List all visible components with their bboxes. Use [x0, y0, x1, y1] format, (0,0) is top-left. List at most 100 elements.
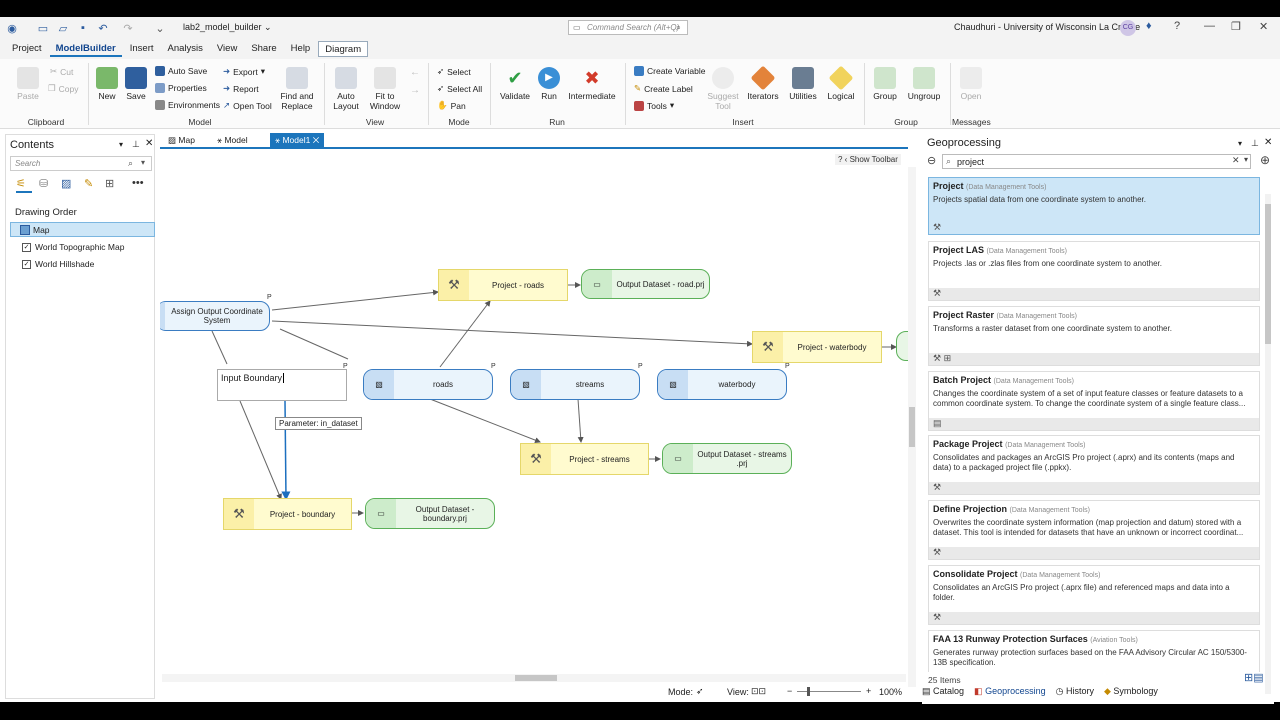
- project-waterbody-tool[interactable]: ⚒ Project - waterbody: [752, 331, 882, 363]
- close-icon[interactable]: ✕: [145, 138, 153, 149]
- tab-geoprocessing[interactable]: ◧ Geoprocessing: [974, 686, 1046, 697]
- zoom-thumb[interactable]: [807, 687, 810, 696]
- layer-name[interactable]: World Topographic Map: [35, 242, 124, 252]
- tools-button[interactable]: Tools ▾: [634, 100, 674, 111]
- input-boundary-variable[interactable]: Input Boundary: [217, 369, 347, 401]
- project-streams-tool[interactable]: ⚒ Project - streams: [520, 443, 649, 475]
- layer-visibility-checkbox[interactable]: ✓: [22, 243, 31, 252]
- layer-visibility-checkbox[interactable]: ✓: [22, 260, 31, 269]
- tab-symbology[interactable]: ◆ Symbology: [1104, 686, 1158, 697]
- close-icon[interactable]: ✕: [1259, 20, 1268, 33]
- tab-model[interactable]: ⚹ Model: [212, 133, 253, 147]
- chevron-down-icon[interactable]: ▾: [1238, 139, 1242, 148]
- selection-icon[interactable]: ▨: [61, 177, 71, 190]
- vertical-scrollbar[interactable]: [1265, 194, 1271, 694]
- create-label-button[interactable]: ✎ Create Label: [634, 83, 693, 94]
- avatar[interactable]: CG: [1120, 20, 1136, 36]
- scroll-thumb[interactable]: [1265, 204, 1271, 344]
- zoom-level[interactable]: 100%: [879, 687, 902, 697]
- tool-result-item[interactable]: Package Project (Data Management Tools) C…: [928, 435, 1260, 495]
- fit-icon[interactable]: ⊡⊡: [751, 686, 766, 697]
- chevron-down-icon[interactable]: ▾: [119, 140, 123, 149]
- tab-view[interactable]: View: [211, 41, 243, 57]
- select-button[interactable]: ➶ Select: [437, 66, 471, 77]
- cut-button[interactable]: ✂ Cut: [50, 66, 73, 77]
- output-boundary-node[interactable]: ▭ Output Dataset - boundary.prj: [365, 498, 495, 529]
- logical-button[interactable]: Logical: [824, 65, 858, 101]
- vertical-scrollbar[interactable]: [908, 167, 916, 687]
- close-icon[interactable]: ✕: [313, 135, 319, 145]
- restore-icon[interactable]: ❐: [1231, 20, 1241, 33]
- more-icon[interactable]: •••: [132, 177, 144, 189]
- signed-in-user[interactable]: Chaudhuri - University of Wisconsin La C…: [954, 22, 1140, 32]
- help-icon[interactable]: ?: [1174, 20, 1180, 32]
- auto-layout-button[interactable]: Auto Layout: [330, 67, 362, 111]
- scroll-thumb[interactable]: [515, 675, 557, 681]
- paste-button[interactable]: Paste: [16, 67, 40, 101]
- roads-data-node[interactable]: ▧ roads: [363, 369, 493, 400]
- pointer-icon[interactable]: ➶: [696, 686, 704, 697]
- suggest-tool-button[interactable]: Suggest Tool: [706, 67, 740, 111]
- chevron-down-icon[interactable]: ▾: [141, 158, 145, 167]
- tab-project[interactable]: Project: [6, 41, 48, 57]
- intermediate-button[interactable]: ✖ Intermediate: [568, 67, 616, 101]
- tool-result-item[interactable]: Define Projection (Data Management Tools…: [928, 500, 1260, 560]
- zoom-in-icon[interactable]: +: [866, 686, 871, 696]
- project-roads-tool[interactable]: ⚒ Project - roads: [438, 269, 568, 301]
- scroll-thumb[interactable]: [909, 407, 915, 447]
- zoom-out-icon[interactable]: −: [787, 686, 792, 696]
- redo-icon[interactable]: ↷: [120, 20, 136, 36]
- export-button[interactable]: ➜ Export ▾: [223, 66, 265, 77]
- tab-diagram[interactable]: Diagram: [318, 41, 369, 57]
- layer-map-row[interactable]: Map: [10, 222, 155, 237]
- save-project-icon[interactable]: ▪: [75, 20, 91, 36]
- open-project-icon[interactable]: ▱: [55, 20, 71, 36]
- tab-model1[interactable]: ⚹ Model1 ✕: [270, 133, 325, 147]
- add-icon[interactable]: ⊕: [1260, 153, 1270, 167]
- chevron-down-icon[interactable]: ▾: [1244, 155, 1248, 164]
- environments-button[interactable]: Environments: [155, 100, 220, 110]
- tab-help[interactable]: Help: [285, 41, 317, 57]
- tool-result-item[interactable]: Project LAS (Data Management Tools) Proje…: [928, 241, 1260, 301]
- show-toolbar-button[interactable]: ? ‹ Show Toolbar: [835, 154, 901, 165]
- fit-window-button[interactable]: Fit to Window: [368, 67, 402, 111]
- report-button[interactable]: ➜ Report: [223, 83, 259, 94]
- tab-map[interactable]: ▨ Map: [163, 133, 200, 147]
- data-source-icon[interactable]: ⛁: [39, 177, 48, 190]
- pin-icon[interactable]: ⊥: [132, 139, 140, 150]
- find-replace-button[interactable]: Find and Replace: [280, 67, 314, 111]
- pan-button[interactable]: ✋ Pan: [437, 100, 466, 111]
- pin-icon[interactable]: ⊥: [1251, 138, 1259, 149]
- group-button[interactable]: Group: [870, 67, 900, 101]
- model-canvas[interactable]: Assign Output Coordinate System P ⚒ Proje…: [160, 147, 908, 675]
- create-variable-button[interactable]: Create Variable: [634, 66, 705, 76]
- streams-data-node[interactable]: ▧ streams: [510, 369, 640, 400]
- validate-button[interactable]: ✔ Validate: [498, 67, 532, 101]
- tab-history[interactable]: ◷ History: [1056, 686, 1094, 697]
- copy-button[interactable]: ❐ Copy: [48, 83, 78, 94]
- command-search-input[interactable]: Command Search (Alt+Q): [568, 20, 688, 35]
- arrow-right-icon[interactable]: →: [410, 85, 420, 96]
- drawing-order-icon[interactable]: ⚟: [16, 177, 32, 193]
- back-icon[interactable]: ⊖: [927, 154, 936, 167]
- customize-icon[interactable]: ⌄: [152, 20, 168, 36]
- variable-name-editor[interactable]: Input Boundary: [221, 373, 282, 383]
- notifications-icon[interactable]: ♦: [1146, 20, 1152, 32]
- ungroup-button[interactable]: Ungroup: [905, 67, 943, 101]
- undo-icon[interactable]: ↶: [95, 20, 111, 36]
- snapping-icon[interactable]: ⊞: [105, 177, 114, 190]
- output-road-node[interactable]: ▭ Output Dataset - road.prj: [581, 269, 710, 299]
- editing-icon[interactable]: ✎: [84, 177, 93, 190]
- close-icon[interactable]: ✕: [1264, 137, 1272, 148]
- tool-result-item[interactable]: Project (Data Management Tools) Projects …: [928, 177, 1260, 235]
- tool-result-item[interactable]: Consolidate Project (Data Management Too…: [928, 565, 1260, 625]
- assign-coordinate-system-node[interactable]: Assign Output Coordinate System: [160, 301, 270, 331]
- clear-icon[interactable]: ✕: [1232, 155, 1240, 166]
- zoom-slider[interactable]: [797, 687, 861, 696]
- tool-result-item[interactable]: Batch Project (Data Management Tools) Cha…: [928, 371, 1260, 431]
- output-streams-node[interactable]: ▭ Output Dataset - streams .prj: [662, 443, 792, 474]
- save-model-button[interactable]: Save: [124, 67, 148, 101]
- tab-insert[interactable]: Insert: [124, 41, 160, 57]
- tab-catalog[interactable]: ▤ Catalog: [922, 686, 964, 697]
- utilities-button[interactable]: Utilities: [786, 67, 820, 101]
